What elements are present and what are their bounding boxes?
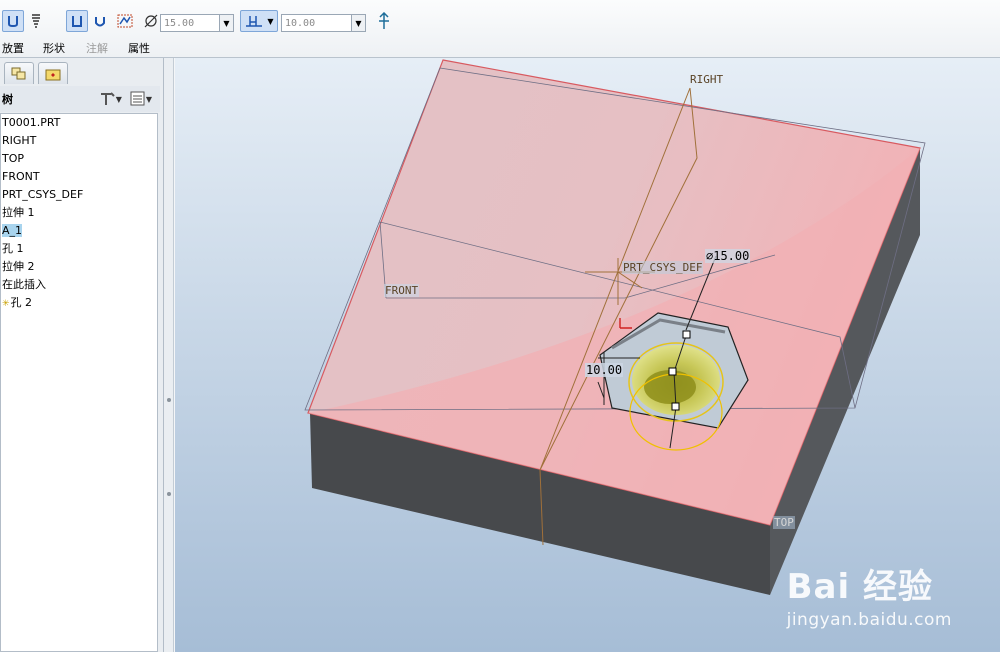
datum-label-front[interactable]: FRONT: [384, 284, 420, 297]
tools-icon: [100, 92, 115, 105]
center-handle[interactable]: [668, 367, 677, 376]
chevron-down-icon: ▼: [145, 94, 152, 104]
list-icon: [130, 91, 145, 106]
tree-item[interactable]: TOP: [1, 150, 157, 168]
tree-item[interactable]: T0001.PRT: [1, 114, 157, 132]
hole-dashboard: 15.00 ▼ ▼ 10.00 ▼ 放置 形状 注解 属性: [0, 0, 1000, 58]
tree-header: 树 ▼ ▼: [0, 86, 160, 112]
simple-hole-icon: [8, 16, 18, 28]
diameter-value: 15.00: [164, 17, 195, 29]
tree-item-active-feature[interactable]: ✳孔 2: [1, 294, 157, 312]
sash-grip: [167, 492, 171, 496]
model-navigator: 树 ▼ ▼ T0001.PRT RIGHT TOP FRONT PRT_CSYS…: [0, 58, 164, 652]
tree-item[interactable]: 拉伸 2: [1, 258, 157, 276]
placement-handle[interactable]: [682, 330, 691, 339]
tab-annotation[interactable]: 注解: [86, 40, 108, 56]
sash-grip: [167, 398, 171, 402]
predefined-profile-button[interactable]: [66, 10, 88, 32]
new-feature-icon: ✳: [2, 299, 10, 309]
chevron-down-icon[interactable]: ▼: [351, 15, 365, 31]
chevron-down-icon[interactable]: ▼: [219, 15, 233, 31]
tree-item-selected[interactable]: A_1: [1, 222, 157, 240]
chevron-down-icon: ▼: [267, 16, 274, 26]
depth-handle[interactable]: [671, 402, 680, 411]
model-tree-icon: [11, 67, 26, 79]
diameter-input[interactable]: 15.00 ▼: [160, 14, 234, 32]
folder-icon: [45, 69, 61, 80]
depth-option-button[interactable]: ▼: [240, 10, 278, 32]
tab-placement[interactable]: 放置: [2, 40, 24, 56]
navigator-tabs: [0, 62, 164, 84]
dimension-diameter[interactable]: ⌀15.00: [705, 249, 751, 263]
csys-label[interactable]: PRT_CSYS_DEF: [622, 261, 704, 274]
model-tree: T0001.PRT RIGHT TOP FRONT PRT_CSYS_DEF 拉…: [0, 113, 158, 652]
tree-item[interactable]: FRONT: [1, 168, 157, 186]
tree-display-button[interactable]: ▼: [130, 91, 152, 107]
simple-hole-button[interactable]: [2, 10, 24, 32]
tree-item[interactable]: 拉伸 1: [1, 204, 157, 222]
tab-folder-browser[interactable]: [38, 62, 68, 84]
watermark-brand: Bai 经验: [786, 567, 933, 607]
datum-label-top[interactable]: TOP: [773, 516, 795, 529]
depth-input[interactable]: 10.00 ▼: [281, 14, 366, 32]
diameter-icon: [144, 14, 158, 28]
tree-settings-button[interactable]: ▼: [98, 91, 122, 107]
navigator-sash[interactable]: [164, 58, 174, 652]
rectangle-profile-icon: [72, 16, 82, 27]
tree-item[interactable]: RIGHT: [1, 132, 157, 150]
flip-direction-button[interactable]: [374, 10, 394, 32]
sketch-profile-button[interactable]: [114, 10, 136, 32]
tree-item-insert-here[interactable]: 在此插入: [1, 276, 157, 294]
tree-title: 树: [2, 93, 13, 106]
dimension-depth[interactable]: 10.00: [585, 363, 624, 377]
tree-item[interactable]: PRT_CSYS_DEF: [1, 186, 157, 204]
flip-direction-icon: [379, 12, 389, 29]
drill-profile-icon: [95, 17, 105, 27]
tab-properties[interactable]: 属性: [128, 40, 150, 56]
watermark-url: jingyan.baidu.com: [786, 610, 952, 630]
tab-shape[interactable]: 形状: [43, 40, 65, 56]
chevron-down-icon: ▼: [115, 94, 122, 104]
datum-label-right[interactable]: RIGHT: [690, 73, 723, 86]
graphics-window[interactable]: RIGHT FRONT TOP PRT_CSYS_DEF ⌀15.00 10.0…: [175, 58, 1000, 652]
blind-depth-icon: [246, 16, 263, 27]
depth-value: 10.00: [285, 17, 316, 29]
standard-drill-profile-button[interactable]: [90, 10, 110, 32]
sketch-profile-icon: [117, 14, 133, 28]
tab-model-tree[interactable]: [4, 62, 34, 84]
baidu-watermark: Bai 经验 jingyan.baidu.com: [787, 559, 952, 630]
threaded-hole-icon: [32, 14, 40, 28]
standard-hole-button[interactable]: [26, 10, 46, 32]
tree-item[interactable]: 孔 1: [1, 240, 157, 258]
diameter-symbol: [142, 10, 160, 32]
